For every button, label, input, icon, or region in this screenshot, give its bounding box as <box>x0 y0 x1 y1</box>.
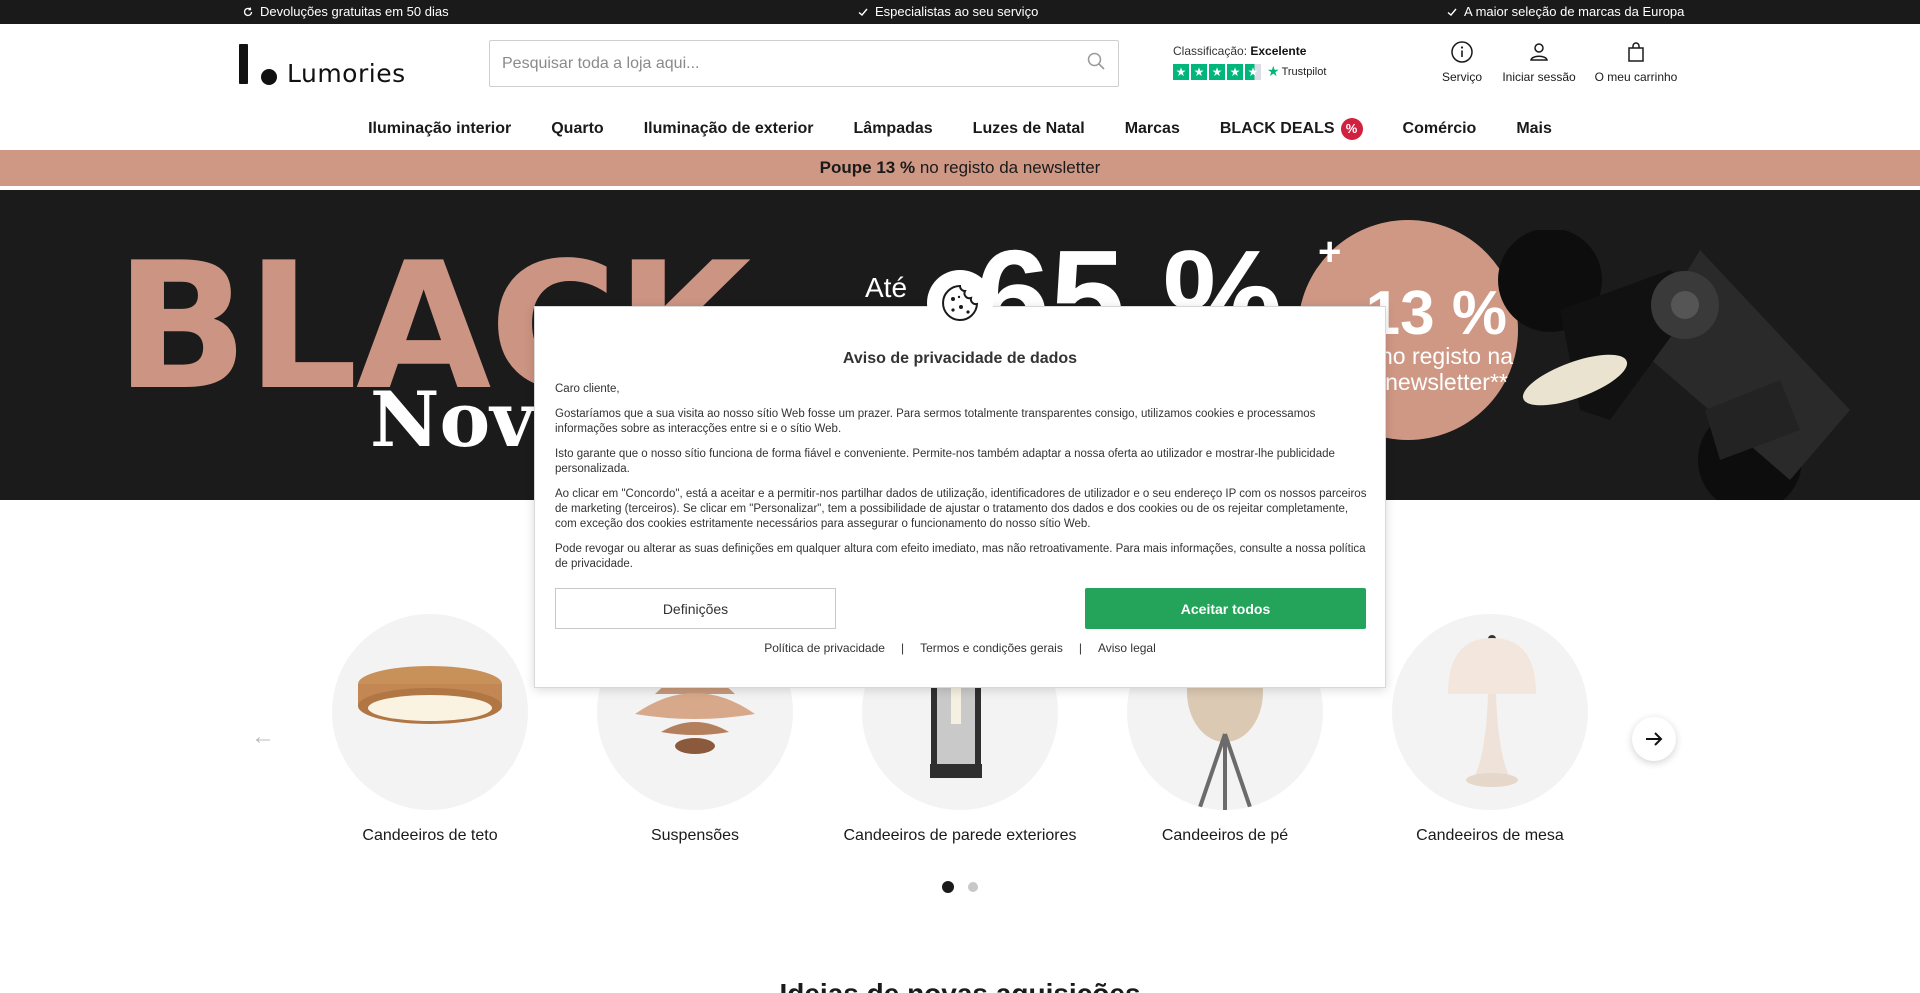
logo-mark <box>239 44 279 86</box>
search-icon[interactable] <box>1086 51 1106 76</box>
cookie-consent-dialog: Aviso de privacidade de dados Caro clien… <box>534 306 1386 688</box>
trustpilot-widget[interactable]: Classificação: Excelente ★ ★ ★ ★ ★ ★ Trustpil… <box>1173 44 1326 80</box>
cookie-icon <box>942 284 979 321</box>
accept-all-button[interactable]: Aceitar todos <box>1085 588 1366 629</box>
trustpilot-star-icon: ★ <box>1267 63 1280 79</box>
trust-rating: Classificação: Excelente <box>1173 44 1307 58</box>
category-table-lamps[interactable]: Candeeiros de mesa <box>1360 614 1620 846</box>
usp-experts-text: Especialistas ao seu serviço <box>875 4 1039 19</box>
check-icon <box>858 8 868 16</box>
carousel-pagination <box>942 881 978 893</box>
refresh-icon <box>243 6 253 16</box>
category-label: Candeeiros de parede exteriores <box>843 827 1077 844</box>
login-label: Iniciar sessão <box>1502 70 1576 84</box>
section-heading: Ideias de novas aquisições <box>0 978 1920 993</box>
link-separator: | <box>900 641 905 655</box>
dialog-paragraph-4: Pode revogar ou alterar as suas definiçõ… <box>555 543 1366 570</box>
dialog-title: Aviso de privacidade de dados <box>842 350 1078 367</box>
dialog-paragraph-2: Isto garante que o nosso sítio funciona … <box>555 448 1335 475</box>
arrow-right-icon <box>1646 732 1663 746</box>
nav-item-christmas-lights[interactable]: Luzes de Natal <box>953 120 1105 138</box>
nav-item-business[interactable]: Comércio <box>1383 120 1497 138</box>
nav-item-black-deals[interactable]: BLACK DEALS% <box>1200 118 1383 140</box>
category-label: Candeeiros de teto <box>362 827 498 844</box>
logo[interactable]: Lumories <box>239 44 406 88</box>
dialog-greeting: Caro cliente, <box>555 383 620 395</box>
link-separator: | <box>1078 641 1082 655</box>
carousel-prev-button[interactable]: ← <box>248 722 278 752</box>
hero-lamp-image <box>1498 230 1850 500</box>
search-box <box>489 40 1119 87</box>
hero-ate-text: Até <box>865 272 908 303</box>
logo-text: Lumories <box>287 59 406 88</box>
usp-bar: Devoluções gratuitas em 50 dias Especial… <box>0 0 1920 24</box>
terms-link[interactable]: Termos e condições gerais <box>920 641 1063 655</box>
carousel-next-button[interactable] <box>1632 717 1676 761</box>
category-label: Candeeiros de mesa <box>1416 827 1564 844</box>
cart-link[interactable]: O meu carrinho <box>1592 40 1680 84</box>
nav-item-more[interactable]: Mais <box>1496 120 1572 138</box>
nav-item-bulbs[interactable]: Lâmpadas <box>834 120 953 138</box>
dialog-body: Caro cliente, Gostaríamos que a sua visi… <box>555 382 1367 582</box>
nav-item-indoor-lighting[interactable]: Iluminação interior <box>348 120 531 138</box>
nav-item-brands[interactable]: Marcas <box>1105 120 1200 138</box>
trustpilot-logo: ★ Trustpilot <box>1267 63 1327 79</box>
usp-experts: Especialistas ao seu serviço <box>857 4 1038 19</box>
category-image <box>332 614 528 810</box>
usp-returns: Devoluções gratuitas em 50 dias <box>242 4 449 19</box>
hero-plus: + <box>1318 230 1342 274</box>
cookie-badge <box>927 270 993 336</box>
service-link[interactable]: Serviço <box>1440 40 1484 84</box>
dialog-paragraph-3: Ao clicar em "Concordo", está a aceitar … <box>555 488 1367 530</box>
nav-item-bedroom[interactable]: Quarto <box>531 120 623 138</box>
main-nav: Iluminação interior Quarto Iluminação de… <box>0 108 1920 150</box>
check-icon <box>1447 8 1457 16</box>
nav-item-outdoor-lighting[interactable]: Iluminação de exterior <box>624 120 834 138</box>
carousel-dot-1[interactable] <box>942 881 954 893</box>
newsletter-banner[interactable]: Poupe 13 % no registo da newsletter <box>0 150 1920 186</box>
usp-returns-text: Devoluções gratuitas em 50 dias <box>260 4 449 19</box>
legal-notice-link[interactable]: Aviso legal <box>1098 641 1156 655</box>
table-lamp-icon <box>1448 635 1536 787</box>
category-label: Candeeiros de pé <box>1161 827 1289 844</box>
shopping-bag-icon <box>1628 42 1644 62</box>
privacy-policy-link[interactable]: Política de privacidade <box>764 641 885 655</box>
newsletter-text: no registo da newsletter <box>915 158 1101 177</box>
dialog-paragraph-1: Gostaríamos que a sua visita ao nosso sí… <box>555 408 1316 435</box>
site-header: Lumories Classificação: Excelente ★★★★★ … <box>0 24 1920 108</box>
category-label: Suspensões <box>650 827 740 844</box>
trust-stars: ★ ★ ★ ★ ★ <box>1173 63 1261 80</box>
settings-button[interactable]: Definições <box>555 588 836 629</box>
carousel-dot-2[interactable] <box>968 882 978 892</box>
info-icon <box>1451 41 1473 63</box>
search-input[interactable] <box>502 54 1086 73</box>
category-image <box>1392 614 1588 810</box>
discount-badge: % <box>1340 118 1363 140</box>
user-icon <box>1530 43 1548 61</box>
newsletter-bold: Poupe 13 % <box>819 158 916 177</box>
cart-label: O meu carrinho <box>1594 70 1678 84</box>
usp-brands: A maior seleção de marcas da Europa <box>1446 4 1684 19</box>
service-label: Serviço <box>1441 70 1482 84</box>
login-link[interactable]: Iniciar sessão <box>1494 40 1584 84</box>
ceiling-lamp-icon <box>358 666 502 724</box>
category-ceiling-lamps[interactable]: Candeeiros de teto <box>300 614 560 846</box>
dialog-links: Política de privacidade | Termos e condi… <box>535 641 1385 655</box>
usp-brands-text: A maior seleção de marcas da Europa <box>1464 4 1685 19</box>
